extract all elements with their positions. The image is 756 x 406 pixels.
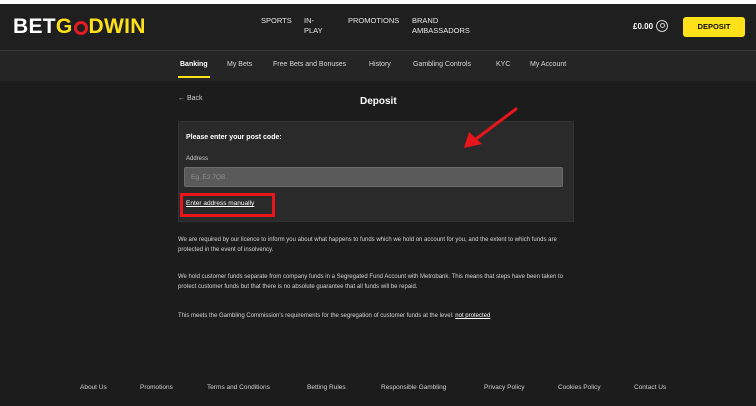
info-paragraph-1: We are required by our licence to inform…	[178, 237, 557, 253]
footer-about-us[interactable]: About Us	[80, 384, 107, 391]
tab-kyc[interactable]: KYC	[496, 61, 510, 68]
footer-responsible-gambling[interactable]: Responsible Gambling	[381, 384, 446, 391]
deposit-button[interactable]: DEPOSIT	[683, 17, 745, 37]
nav-promotions[interactable]: PROMOTIONS	[348, 16, 399, 26]
brand-logo[interactable]: BETG DWIN	[13, 15, 146, 39]
tab-free-bets[interactable]: Free Bets and Bonuses	[273, 61, 346, 68]
footer-promotions[interactable]: Promotions	[140, 384, 173, 391]
info-paragraph-2: We hold customer funds separate from com…	[178, 274, 563, 290]
page-title: Deposit	[360, 96, 397, 107]
footer-betting-rules[interactable]: Betting Rules	[307, 384, 346, 391]
tab-my-account[interactable]: My Account	[530, 61, 566, 68]
tab-my-bets[interactable]: My Bets	[227, 61, 252, 68]
info-paragraph-3-text: This meets the Gambling Commission's req…	[178, 313, 454, 319]
logo-text-bet: BET	[13, 15, 56, 38]
postcode-prompt: Please enter your post code:	[186, 134, 282, 141]
highlight-box	[180, 193, 275, 217]
footer-terms[interactable]: Terms and Conditions	[207, 384, 270, 391]
arrow-left-icon: ←	[178, 95, 187, 102]
logo-text-g: G	[55, 15, 73, 38]
active-tab-indicator	[178, 76, 210, 78]
annotation-arrow-icon	[464, 107, 518, 148]
back-link[interactable]: ← Back	[178, 95, 203, 102]
account-balance: £0.00	[633, 22, 654, 31]
top-bar: BETG DWIN SPORTS IN-PLAY PROMOTIONS BRAND…	[0, 4, 756, 51]
footer-privacy-policy[interactable]: Privacy Policy	[484, 384, 524, 391]
user-icon[interactable]	[656, 20, 668, 32]
tab-banking[interactable]: Banking	[180, 61, 208, 68]
logo-text-dwin: DWIN	[88, 15, 146, 38]
tab-history[interactable]: History	[369, 61, 391, 68]
postcode-input[interactable]	[184, 167, 563, 187]
tab-gambling-controls[interactable]: Gambling Controls	[413, 61, 471, 68]
footer-contact-us[interactable]: Contact Us	[634, 384, 666, 391]
nav-brand-ambassadors[interactable]: BRAND AMBASSADORS	[412, 16, 474, 36]
nav-in-play[interactable]: IN-PLAY	[304, 16, 328, 36]
nav-sports[interactable]: SPORTS	[261, 16, 292, 26]
address-label: Address	[186, 156, 209, 162]
footer-cookies-policy[interactable]: Cookies Policy	[558, 384, 601, 391]
logo-o-icon	[73, 21, 88, 35]
back-label: Back	[186, 95, 203, 102]
info-paragraph-3: This meets the Gambling Commission's req…	[178, 311, 578, 321]
protection-level-link[interactable]: not protected	[455, 313, 490, 319]
account-subnav: Banking My Bets Free Bets and Bonuses Hi…	[0, 51, 756, 81]
